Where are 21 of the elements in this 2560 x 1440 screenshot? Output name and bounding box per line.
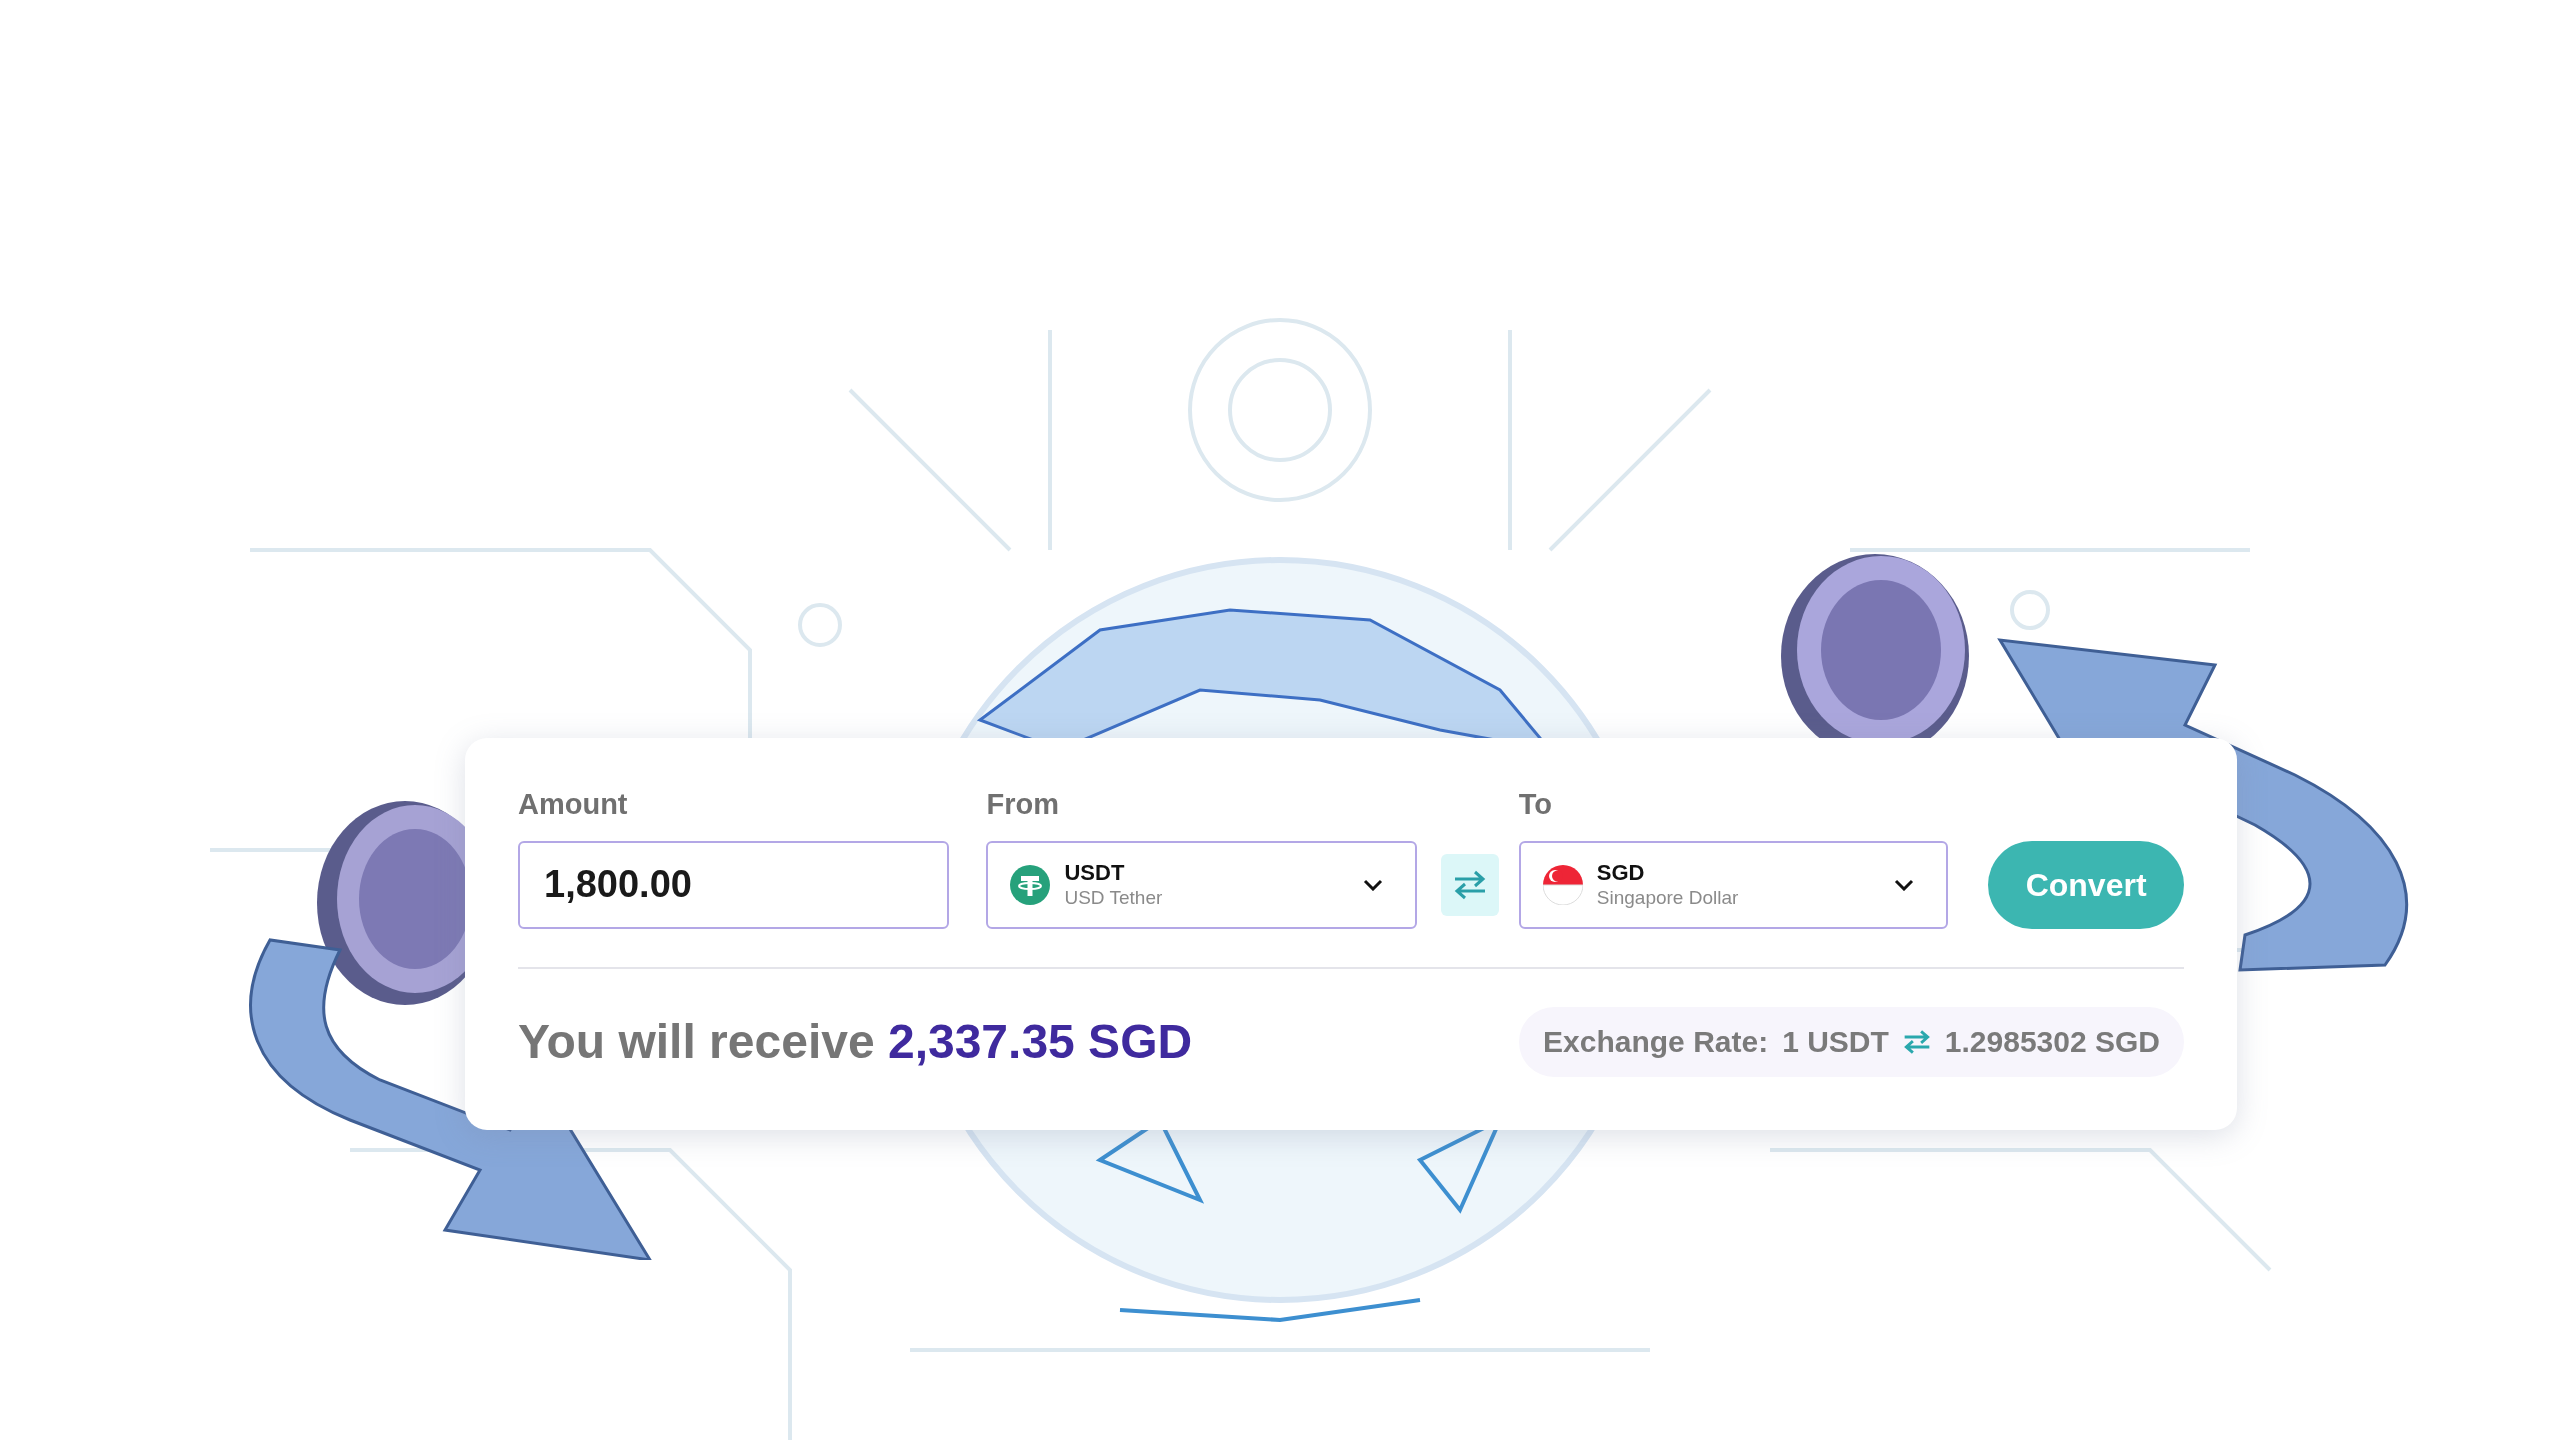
currency-code: SGD — [1596, 858, 1646, 887]
to-label: To — [1518, 787, 1554, 822]
currency-name: USD Tether — [1064, 886, 1163, 911]
currency-code: USDT — [1064, 858, 1126, 887]
currency-select[interactable]: SGD Singapore Dollar — [1518, 840, 1949, 929]
amount-label: Amount — [518, 787, 629, 822]
chevron-down-icon — [1894, 878, 1915, 891]
rate-from-value: 1 USDT — [1782, 1024, 1889, 1060]
chevron-down-icon — [1362, 878, 1383, 891]
currency-name: Singapore Dollar — [1596, 886, 1739, 911]
swap-icon — [1452, 869, 1487, 900]
amount-input[interactable]: 1,800.00 — [518, 840, 950, 929]
from-label: From — [986, 787, 1060, 822]
exchange-rate-label: Exchange Rate: — [1543, 1024, 1769, 1060]
tether-logo-icon — [1010, 864, 1051, 905]
rate-to-value: 1.2985302 SGD — [1944, 1024, 2160, 1060]
swap-icon — [1902, 1028, 1931, 1055]
swap-button[interactable] — [1440, 853, 1499, 916]
singapore-flag-icon — [1542, 864, 1583, 905]
currency-select[interactable]: USDT USD Tether — [986, 840, 1417, 929]
result-text: You will receive 2,337.35 SGD — [518, 1013, 1193, 1070]
